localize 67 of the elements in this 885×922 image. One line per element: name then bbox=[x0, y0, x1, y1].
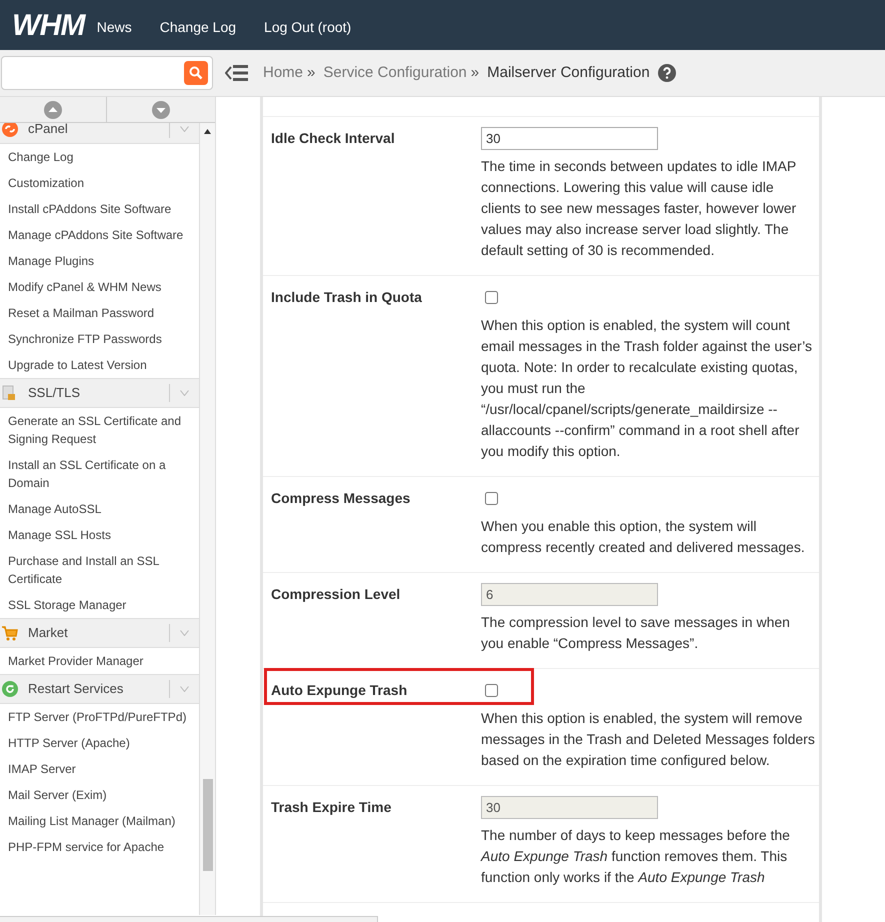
search-button[interactable] bbox=[184, 61, 208, 85]
sidebar-link[interactable]: PHP-FPM service for Apache bbox=[0, 834, 199, 860]
setting-label: Auto Expunge Trash bbox=[271, 681, 408, 700]
sidebar-link[interactable]: Customization bbox=[0, 170, 199, 196]
setting-label: Compression Level bbox=[271, 585, 402, 604]
refresh-icon bbox=[2, 681, 18, 697]
setting-description: The time in seconds between updates to idle IMAP connections. Lowering this value will cause idle clients to see new messages faster, however lower values may also increase server load slightly. The default setting of 30 is recommended. bbox=[481, 157, 798, 260]
setting-label: Compress Messages bbox=[271, 489, 412, 508]
sidebar-link[interactable]: Manage SSL Hosts bbox=[0, 522, 199, 548]
cpanel-icon bbox=[2, 123, 18, 137]
sidebar-link[interactable]: Mail Server (Exim) bbox=[0, 782, 199, 808]
setting-description: The number of days to keep messages before the Auto Expunge Trash function removes them. This function only works if the Auto Expunge Trash bbox=[481, 826, 791, 887]
search-field[interactable] bbox=[1, 56, 213, 90]
breadcrumb-separator: » bbox=[307, 62, 316, 83]
sidebar-link[interactable]: Upgrade to Latest Version bbox=[0, 352, 199, 378]
scrollbar-thumb[interactable] bbox=[203, 779, 213, 871]
sidebar-group-header[interactable]: SSL/TLS bbox=[0, 378, 199, 408]
setting-description: When you enable this option, the system will compress recently created and delivered messages. bbox=[481, 517, 806, 557]
sidebar-link[interactable]: Install an SSL Certificate on a Domain bbox=[0, 452, 199, 496]
sidebar-group-header[interactable]: Market bbox=[0, 618, 199, 648]
setting-label: Trash Expire Time bbox=[271, 798, 392, 817]
chevron-down-icon bbox=[180, 630, 189, 636]
sidebar-link[interactable]: Manage AutoSSL bbox=[0, 496, 199, 522]
sidebar-link[interactable]: Synchronize FTP Passwords bbox=[0, 326, 199, 352]
setting-label: Idle Check Interval bbox=[271, 129, 396, 148]
breadcrumb-link[interactable]: Service Configuration bbox=[323, 62, 467, 84]
sidebar-group-header[interactable]: Restart Services bbox=[0, 674, 199, 704]
nav-link[interactable]: Log Out (root) bbox=[264, 16, 352, 38]
breadcrumb-current: Mailserver Configuration bbox=[487, 62, 650, 83]
sidebar-link[interactable]: Install cPAddons Site Software bbox=[0, 196, 199, 222]
nav-link[interactable]: Change Log bbox=[160, 16, 236, 38]
help-icon[interactable] bbox=[658, 64, 676, 82]
sidebar-link[interactable]: Market Provider Manager bbox=[0, 648, 199, 674]
text-input[interactable]: 30 bbox=[481, 127, 658, 150]
setting-label: Include Trash in Quota bbox=[271, 288, 423, 307]
sidebar-link[interactable]: HTTP Server (Apache) bbox=[0, 730, 199, 756]
sidebar-link[interactable]: SSL Storage Manager bbox=[0, 592, 199, 618]
logo[interactable]: WHM bbox=[12, 2, 85, 48]
scrollbar[interactable] bbox=[200, 123, 215, 915]
checkbox[interactable] bbox=[485, 684, 498, 697]
sidebar-link[interactable]: Generate an SSL Certificate and Signing Request bbox=[0, 408, 199, 452]
checkbox[interactable] bbox=[485, 492, 498, 505]
sidebar-link[interactable]: Purchase and Install an SSL Certificate bbox=[0, 548, 199, 592]
setting-description: The compression level to save messages in when you enable “Compress Messages”. bbox=[481, 613, 791, 653]
sidebar-link[interactable]: Change Log bbox=[0, 144, 199, 170]
sidebar-group-header[interactable]: cPanel bbox=[0, 123, 199, 144]
sidebar-link[interactable]: Manage cPAddons Site Software bbox=[0, 222, 199, 248]
sidebar-link[interactable]: FTP Server (ProFTPd/PureFTPd) bbox=[0, 704, 199, 730]
chevron-down-icon bbox=[180, 686, 189, 692]
chevron-down-icon bbox=[180, 126, 189, 132]
search-icon bbox=[189, 66, 203, 80]
sidebar-link[interactable]: Modify cPanel & WHM News bbox=[0, 274, 199, 300]
breadcrumb-link[interactable]: Home bbox=[263, 62, 304, 84]
cart-icon bbox=[2, 626, 18, 640]
sidebar-link[interactable]: IMAP Server bbox=[0, 756, 199, 782]
sidebar-link[interactable]: Reset a Mailman Password bbox=[0, 300, 199, 326]
scroll-arrow-icon bbox=[204, 129, 211, 134]
menu-collapse-icon[interactable] bbox=[225, 64, 249, 82]
setting-description: When this option is enabled, the system will count email messages in the Trash folder against the user’s quota. Note: In order to recalculate existing quotas, you must run the “/usr/local/cpanel/scripts/generate_maildirsize --allaccounts --confirm” command in a root shell after you modify this option. bbox=[481, 316, 813, 461]
nav-link[interactable]: News bbox=[96, 16, 132, 38]
lock-document-icon bbox=[2, 385, 16, 401]
setting-description: When this option is enabled, the system will remove messages in the Trash and Deleted Messages folders based on the expiration time configured below. bbox=[481, 709, 816, 770]
sidebar-link[interactable]: Mailing List Manager (Mailman) bbox=[0, 808, 199, 834]
sidebar-link[interactable]: Manage Plugins bbox=[0, 248, 199, 274]
breadcrumb-separator: » bbox=[470, 62, 480, 83]
chevron-down-icon bbox=[180, 390, 189, 396]
checkbox[interactable] bbox=[485, 291, 498, 304]
